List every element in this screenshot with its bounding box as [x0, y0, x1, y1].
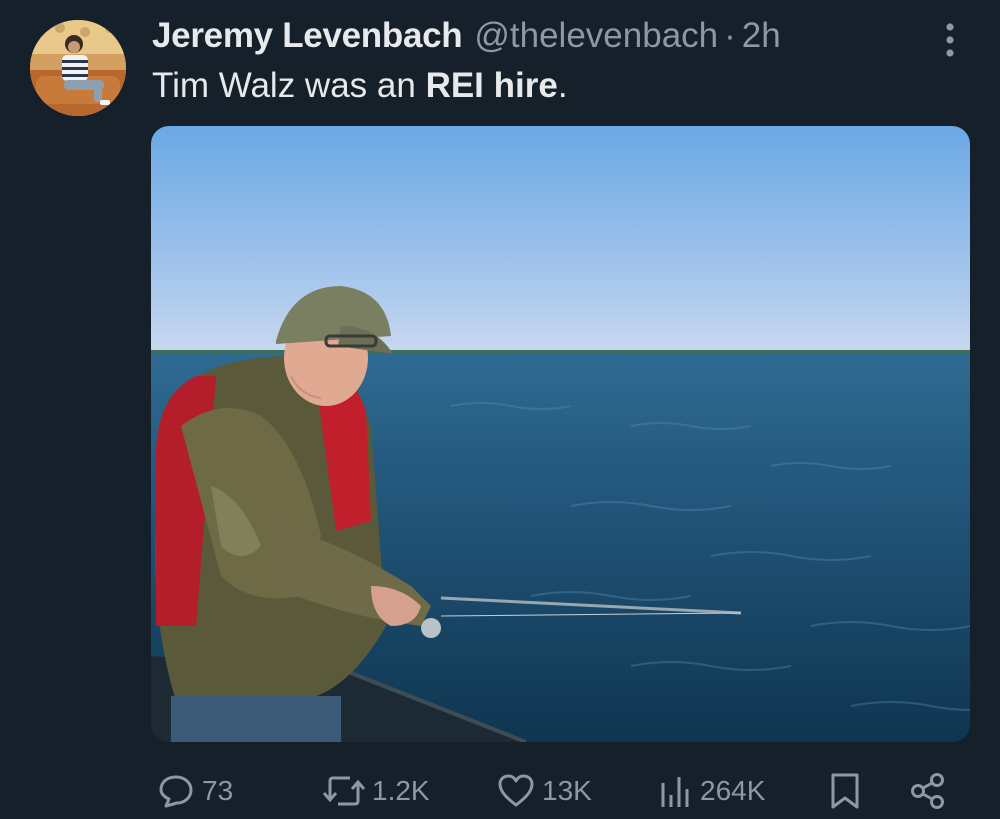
- share-button[interactable]: [908, 766, 948, 816]
- heart-icon: [498, 774, 534, 807]
- like-count: 13K: [542, 775, 592, 806]
- repost-icon: [322, 776, 366, 806]
- reply-icon: [159, 775, 193, 808]
- repost-count: 1.2K: [372, 775, 430, 806]
- reply-count: 73: [202, 775, 234, 806]
- photo-man-fishing-icon: [151, 126, 970, 742]
- timestamp[interactable]: 2h: [742, 16, 781, 56]
- more-options-button[interactable]: [938, 20, 962, 60]
- views-button[interactable]: 264K: [658, 766, 765, 816]
- avatar-image: [30, 20, 126, 116]
- reply-button[interactable]: 73: [156, 766, 233, 816]
- tweet-text-suffix: .: [557, 66, 568, 105]
- tweet-text-bold: REI hire: [425, 66, 558, 105]
- bookmark-button[interactable]: [828, 766, 862, 816]
- tweet-actions: 73 1.2K 13K 264K: [152, 766, 952, 816]
- views-icon: [661, 777, 689, 807]
- separator-dot: ·: [724, 16, 736, 55]
- avatar[interactable]: [30, 20, 126, 116]
- more-dots-icon: [946, 23, 954, 57]
- like-button[interactable]: 13K: [496, 766, 592, 816]
- tweet-photo[interactable]: [151, 126, 970, 742]
- views-count: 264K: [700, 775, 766, 806]
- author-handle[interactable]: @thelevenbach: [474, 16, 718, 56]
- author-name[interactable]: Jeremy Levenbach: [152, 16, 463, 56]
- tweet-text: Tim Walz was an REI hire.: [152, 66, 568, 106]
- tweet-header: Jeremy Levenbach @thelevenbach · 2h: [152, 16, 940, 60]
- share-icon: [911, 773, 944, 809]
- tweet-text-prefix: Tim Walz was an: [152, 66, 426, 105]
- bookmark-icon: [831, 773, 859, 809]
- repost-button[interactable]: 1.2K: [322, 766, 430, 816]
